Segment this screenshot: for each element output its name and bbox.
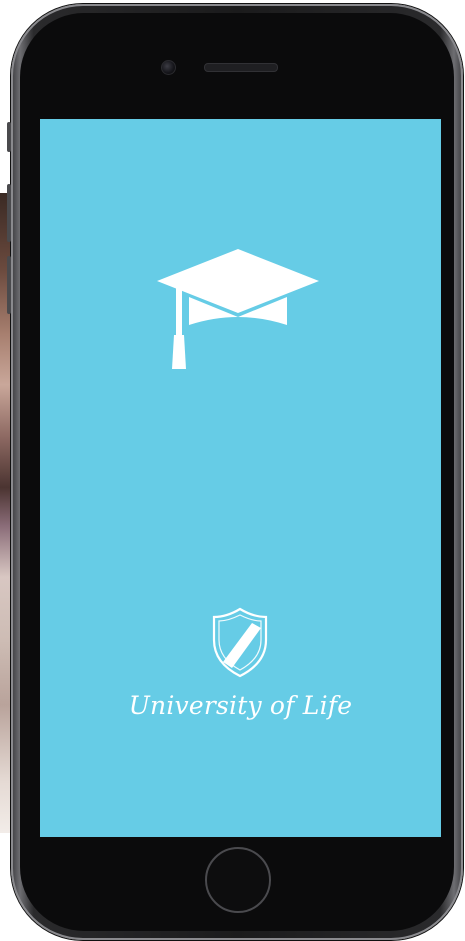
home-button[interactable] (205, 847, 271, 913)
app-title: University of Life (128, 691, 353, 720)
splash-screen: University of Life (40, 119, 441, 837)
volume-up-button (7, 184, 11, 242)
shield-icon (212, 607, 268, 678)
volume-down-button (7, 256, 11, 314)
earpiece-speaker (204, 63, 278, 72)
graduation-cap-icon (157, 249, 319, 369)
stage: University of Life (0, 0, 465, 941)
silent-switch (7, 122, 11, 152)
front-camera (161, 60, 176, 75)
